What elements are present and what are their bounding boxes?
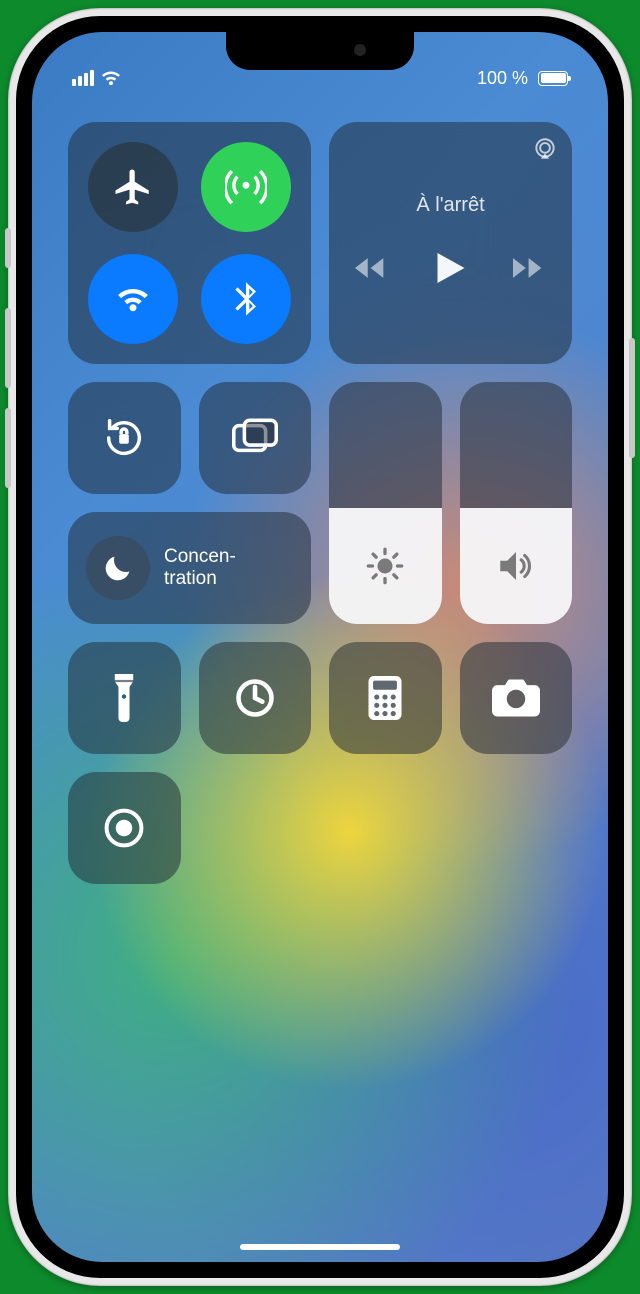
battery-icon: [538, 71, 568, 86]
home-indicator[interactable]: [240, 1244, 400, 1250]
wifi-status-icon: [100, 70, 122, 86]
notch: [226, 32, 414, 70]
focus-label: Concen- tration: [164, 546, 236, 590]
screen-record-button[interactable]: [68, 772, 181, 884]
focus-icon-circle: [86, 536, 150, 600]
screen-mirroring-button[interactable]: [199, 382, 312, 494]
bluetooth-icon: [226, 279, 266, 319]
forward-icon[interactable]: [513, 256, 547, 280]
media-title: À l'arrêt: [416, 194, 484, 217]
brightness-fill: [329, 508, 442, 624]
airplane-icon: [112, 166, 154, 208]
calculator-button[interactable]: [329, 642, 442, 754]
bluetooth-toggle[interactable]: [201, 254, 291, 344]
play-icon[interactable]: [437, 253, 465, 283]
camera-button[interactable]: [460, 642, 573, 754]
sun-icon: [365, 546, 405, 586]
speaker-icon: [495, 545, 537, 587]
mute-switch: [5, 228, 11, 268]
screen-mirroring-icon: [232, 418, 278, 458]
connectivity-panel[interactable]: [68, 122, 311, 364]
media-panel[interactable]: À l'arrêt: [329, 122, 572, 364]
power-button: [629, 338, 635, 458]
phone-frame: 100 %: [8, 8, 632, 1286]
focus-button[interactable]: Concen- tration: [68, 512, 311, 624]
volume-fill: [460, 508, 573, 624]
battery-percentage: 100 %: [477, 68, 528, 89]
cellular-data-toggle[interactable]: [201, 142, 291, 232]
volume-up-button: [5, 308, 11, 388]
camera-icon: [492, 678, 540, 718]
airplay-icon[interactable]: [532, 136, 558, 167]
wifi-icon: [112, 278, 154, 320]
volume-down-button: [5, 408, 11, 488]
control-center: À l'arrêt: [68, 122, 572, 884]
flashlight-icon: [111, 674, 137, 722]
flashlight-button[interactable]: [68, 642, 181, 754]
cellular-signal-icon: [72, 70, 94, 86]
rotation-lock-icon: [101, 415, 147, 461]
orientation-lock-toggle[interactable]: [68, 382, 181, 494]
volume-slider[interactable]: [460, 382, 573, 624]
timer-icon: [233, 676, 277, 720]
calculator-icon: [368, 676, 402, 720]
antenna-icon: [225, 166, 267, 208]
screen-record-icon: [102, 806, 146, 850]
status-right: 100 %: [477, 68, 568, 89]
media-controls: [355, 253, 547, 283]
brightness-slider[interactable]: [329, 382, 442, 624]
phone-bezel: 100 %: [16, 16, 624, 1278]
status-left: [72, 70, 122, 86]
screen: 100 %: [32, 32, 608, 1262]
wifi-toggle[interactable]: [88, 254, 178, 344]
timer-button[interactable]: [199, 642, 312, 754]
rewind-icon[interactable]: [355, 256, 389, 280]
moon-icon: [101, 551, 135, 585]
airplane-mode-toggle[interactable]: [88, 142, 178, 232]
